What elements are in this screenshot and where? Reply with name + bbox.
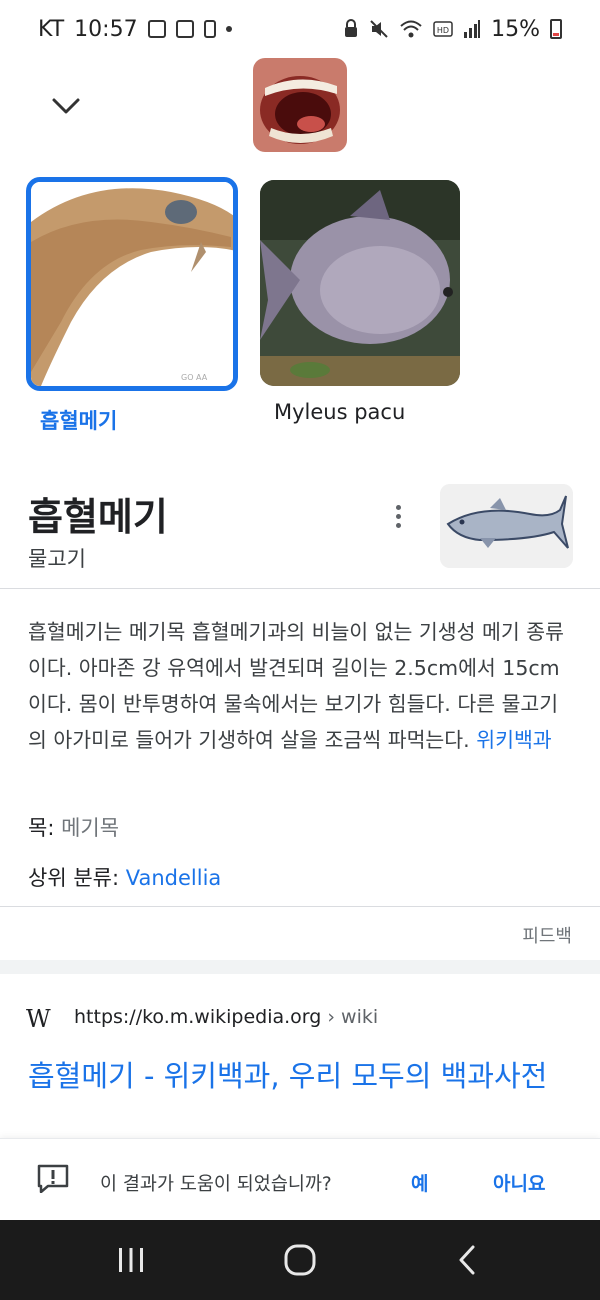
more-vert-dot — [395, 522, 401, 528]
result-title-link[interactable]: 흡혈메기 - 위키백과, 우리 모두의 백과사전 — [28, 1056, 573, 1096]
section-separator — [0, 960, 600, 974]
helpful-no-button[interactable]: 아니요 — [493, 1169, 545, 1196]
result-breadcrumb: › wiki — [327, 1006, 379, 1028]
svg-text:GO AA: GO AA — [181, 373, 208, 382]
fish-illustration — [440, 484, 573, 568]
home-button[interactable] — [270, 1240, 330, 1280]
recent-apps-button[interactable] — [101, 1240, 161, 1280]
image-card-vandellia[interactable]: GO AA 흡혈메기 — [26, 177, 238, 435]
collapse-button[interactable] — [46, 86, 86, 126]
card-label: Myleus pacu — [274, 400, 406, 424]
fact-parent-taxon: 상위 분류: Vandellia — [28, 866, 222, 890]
helpful-yes-button[interactable]: 예 — [411, 1169, 428, 1196]
card-image — [260, 180, 460, 386]
system-nav-bar — [0, 1220, 600, 1300]
fact-label: 상위 분류 — [28, 866, 112, 890]
fact-label: 목 — [28, 816, 48, 840]
result-url[interactable]: https://ko.m.wikipedia.org › wiki — [74, 1006, 378, 1028]
feedback-icon — [37, 1164, 69, 1193]
status-right: HD 15% — [343, 17, 562, 42]
signal-icon — [464, 20, 481, 38]
wifi-icon — [400, 20, 422, 38]
helpful-prompt-bar: 이 결과가 도움이 되었습니까? 예 아니요 — [0, 1138, 600, 1220]
home-icon — [284, 1244, 316, 1276]
query-image-thumbnail[interactable] — [253, 58, 347, 152]
back-button[interactable] — [437, 1240, 497, 1280]
divider — [0, 588, 600, 589]
feedback-link[interactable]: 피드백 — [522, 922, 572, 948]
battery-percent: 15% — [491, 16, 540, 42]
knowledge-panel-image[interactable] — [440, 484, 573, 568]
recent-apps-icon — [119, 1248, 143, 1272]
wikipedia-source-link[interactable]: 위키백과 — [476, 728, 551, 752]
more-options-button[interactable] — [384, 498, 412, 534]
catfish-image: GO AA — [31, 182, 233, 386]
fact-value: 메기목 — [61, 816, 120, 840]
mute-icon — [370, 20, 388, 38]
lock-icon — [345, 19, 358, 37]
carrier-label: KT — [38, 16, 65, 42]
knowledge-panel-description: 흡혈메기는 메기목 흡혈메기과의 비늘이 없는 기생성 메기 종류이다. 아마존… — [28, 614, 573, 758]
battery-icon — [550, 19, 562, 39]
clock: 10:57 — [74, 16, 138, 42]
svg-text:HD: HD — [437, 26, 449, 35]
knowledge-panel-title: 흡혈메기 — [28, 495, 168, 539]
result-domain: https://ko.m.wikipedia.org — [74, 1006, 322, 1028]
status-left: KT 10:57 — [38, 17, 232, 42]
helpful-question: 이 결과가 도움이 되었습니까? — [100, 1174, 332, 1195]
knowledge-panel-subtitle: 물고기 — [28, 547, 86, 571]
dot-icon — [225, 26, 232, 32]
divider — [0, 906, 600, 907]
screenshot-icon — [175, 20, 194, 38]
image-card-myleus-pacu[interactable]: Myleus pacu — [260, 177, 460, 424]
status-bar: KT 10:57 HD 15% — [0, 0, 600, 58]
card-image: GO AA — [26, 177, 238, 391]
card-label: 흡혈메기 — [40, 409, 118, 433]
more-vert-dot — [395, 513, 401, 519]
hd-icon: HD — [433, 21, 453, 37]
fact-value-link[interactable]: Vandellia — [126, 866, 222, 890]
alert-icon — [203, 20, 216, 38]
chevron-down-icon — [52, 98, 80, 114]
more-vert-icon — [395, 504, 401, 510]
gallery-icon — [147, 20, 166, 38]
mouth-image — [253, 58, 347, 152]
wikipedia-icon: W — [26, 1005, 51, 1033]
fact-order: 목: 메기목 — [28, 816, 120, 840]
back-icon — [459, 1245, 475, 1275]
pacu-image — [260, 180, 460, 386]
